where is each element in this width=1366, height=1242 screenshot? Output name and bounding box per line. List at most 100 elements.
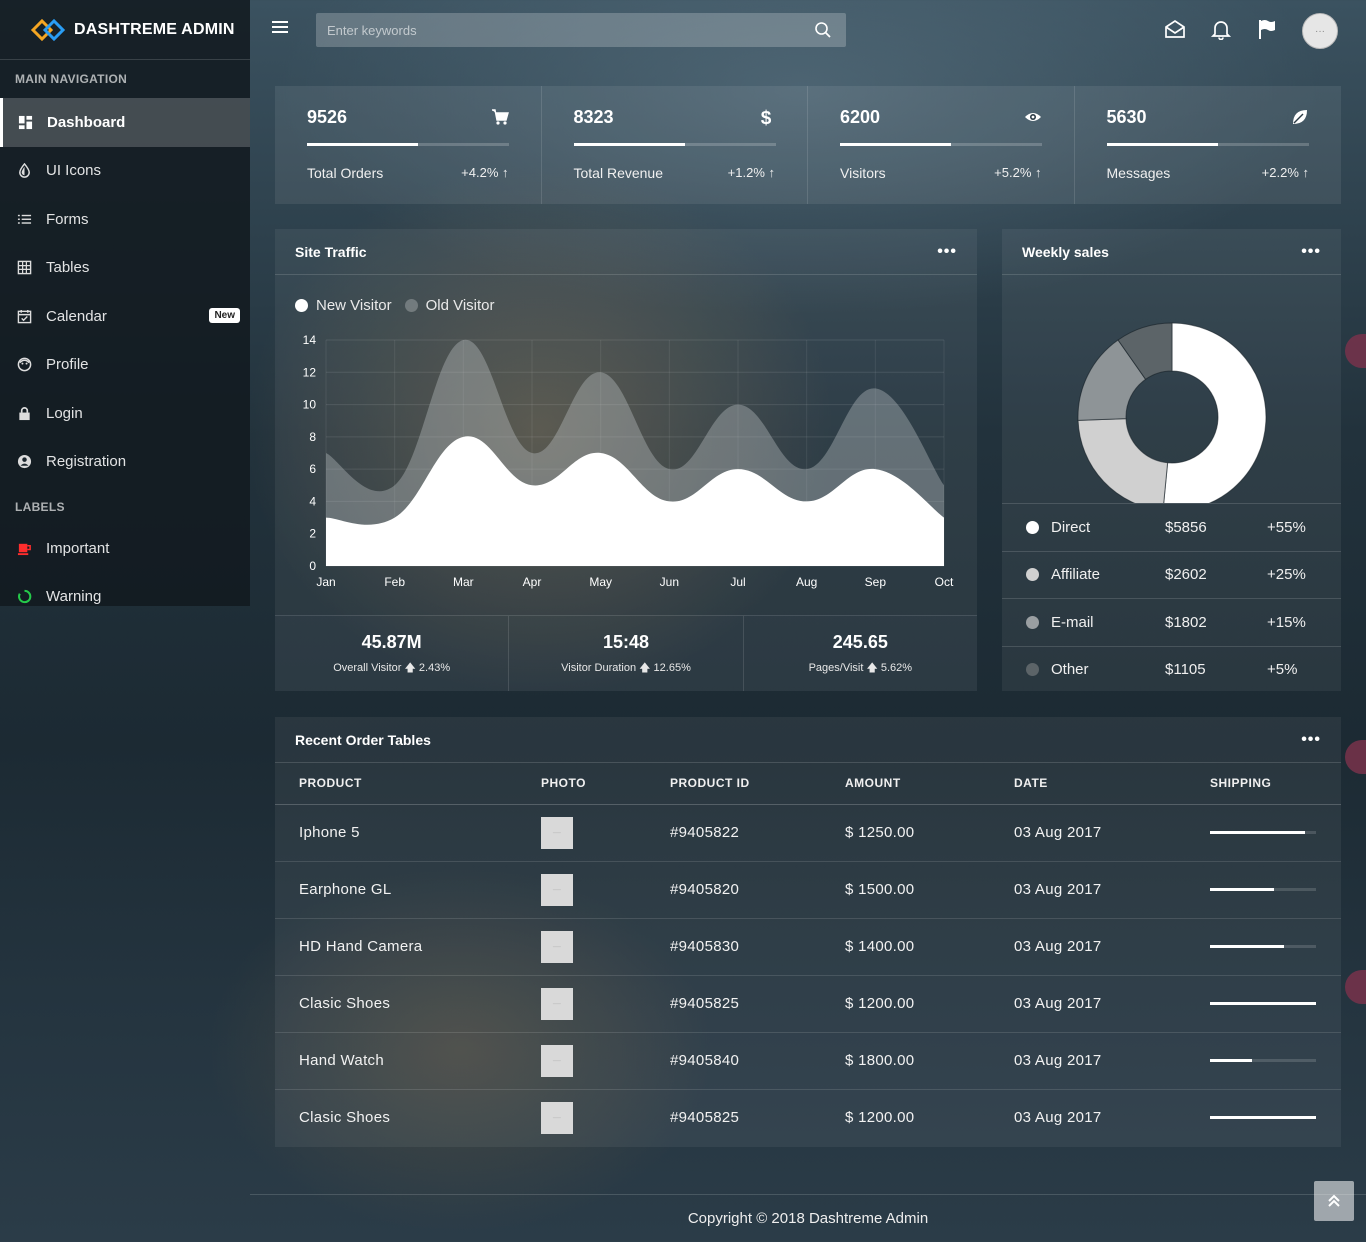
product-photo[interactable]: — bbox=[541, 816, 573, 849]
sidebar-label-important[interactable]: Important bbox=[0, 524, 250, 573]
cell-amount: $ 1200.00 bbox=[845, 1109, 915, 1127]
user-circle-icon bbox=[17, 454, 32, 469]
product-photo[interactable]: — bbox=[541, 930, 573, 963]
sidebar: DASHTREME ADMIN MAIN NAVIGATION Dashboar… bbox=[0, 0, 250, 606]
cell-photo: — bbox=[541, 1032, 670, 1090]
legend-swatch bbox=[295, 299, 308, 312]
avatar[interactable]: ··· bbox=[1302, 13, 1338, 49]
stat-card-messages: 5630 Messages +2.2% ↑ bbox=[1075, 86, 1342, 204]
y-tick-label: 4 bbox=[309, 494, 316, 508]
summary-label: Pages/Visit 🡅 5.62% bbox=[808, 662, 913, 674]
sidebar-item-profile[interactable]: Profile bbox=[0, 341, 250, 390]
x-tick-label: Jan bbox=[316, 575, 335, 589]
shipping-progress-fill bbox=[1210, 888, 1274, 891]
column-header-photo[interactable]: PHOTO bbox=[541, 763, 670, 805]
product-photo[interactable]: — bbox=[541, 987, 573, 1020]
shipping-progress-fill bbox=[1210, 1002, 1316, 1005]
cell-date: 03 Aug 2017 bbox=[1014, 1109, 1102, 1127]
y-tick-label: 12 bbox=[303, 365, 317, 379]
more-options-icon[interactable]: ••• bbox=[1301, 731, 1321, 747]
search-bar[interactable] bbox=[316, 13, 846, 47]
donut-slice-direct[interactable] bbox=[1163, 322, 1267, 503]
sidebar-item-label: UI Icons bbox=[46, 162, 102, 180]
envelope-open-icon[interactable] bbox=[1164, 18, 1186, 40]
sidebar-item-login[interactable]: Login bbox=[0, 389, 250, 438]
menu-toggle-icon[interactable] bbox=[272, 21, 288, 35]
new-badge: New bbox=[209, 308, 240, 323]
card-title: Site Traffic bbox=[295, 243, 367, 260]
table-row[interactable]: HD Hand Camera — #9405830 $ 1400.00 03 Aug 2… bbox=[275, 918, 1341, 976]
search-icon[interactable] bbox=[814, 21, 832, 39]
shipping-progress-fill bbox=[1210, 1116, 1316, 1120]
column-header-product[interactable]: PRODUCT bbox=[275, 763, 541, 805]
row-name: Direct bbox=[1051, 518, 1091, 536]
sidebar-item-ui-icons[interactable]: UI Icons bbox=[0, 147, 250, 196]
stat-change: +4.2% ↑ bbox=[461, 165, 509, 180]
x-tick-label: Jun bbox=[660, 575, 679, 589]
table-row[interactable]: Earphone GL — #9405820 $ 1500.00 03 Aug 2017 bbox=[275, 861, 1341, 919]
side-widget-tab[interactable] bbox=[1345, 334, 1366, 368]
tint-icon bbox=[17, 163, 32, 178]
legend-new-visitor[interactable]: New Visitor bbox=[295, 297, 392, 314]
product-photo[interactable]: — bbox=[541, 1101, 573, 1134]
table-row[interactable]: Clasic Shoes — #9405825 $ 1200.00 03 Aug 201… bbox=[275, 1089, 1341, 1146]
side-widget-tab[interactable] bbox=[1345, 740, 1366, 774]
summary-pages-visit: 245.65 Pages/Visit 🡅 5.62% bbox=[744, 616, 977, 691]
row-amount: $1105 bbox=[1165, 661, 1206, 679]
stat-change: +5.2% ↑ bbox=[994, 165, 1042, 180]
column-header-product-id[interactable]: PRODUCT ID bbox=[670, 763, 845, 805]
back-to-top-button[interactable] bbox=[1314, 1181, 1354, 1221]
more-options-icon[interactable]: ••• bbox=[1301, 243, 1321, 259]
sidebar-item-label: Tables bbox=[46, 259, 90, 277]
shipping-progress bbox=[1210, 1002, 1316, 1005]
legend-swatch bbox=[404, 299, 418, 312]
cell-shipping bbox=[1210, 975, 1341, 1033]
sidebar-item-registration[interactable]: Registration bbox=[0, 438, 250, 487]
donut-slice-affiliate[interactable] bbox=[1077, 418, 1169, 503]
stats-row: 9526 Total Orders +4.2% ↑ 8323 $ Total R… bbox=[275, 86, 1341, 204]
table-row[interactable]: Hand Watch — #9405840 $ 1800.00 03 Aug 2017 bbox=[275, 1032, 1341, 1090]
sidebar-item-tables[interactable]: Tables bbox=[0, 244, 250, 293]
more-options-icon[interactable]: ••• bbox=[937, 243, 957, 259]
orders-table: PRODUCT PHOTO PRODUCT ID AMOUNT DATE SHI… bbox=[275, 763, 1341, 1146]
side-widget-tab[interactable] bbox=[1345, 970, 1366, 1004]
summary-label: Visitor Duration 🡅 12.65% bbox=[561, 662, 691, 674]
stat-label: Visitors bbox=[840, 165, 886, 181]
search-input[interactable] bbox=[316, 13, 846, 47]
shipping-progress-fill bbox=[1210, 831, 1306, 834]
cell-amount: $ 1200.00 bbox=[845, 975, 1014, 1033]
x-tick-label: Mar bbox=[453, 575, 474, 589]
product-photo[interactable]: — bbox=[541, 1044, 573, 1077]
cell-product-id: #9405825 bbox=[670, 975, 845, 1033]
bell-icon[interactable] bbox=[1210, 18, 1232, 40]
sidebar-label-warning[interactable]: Warning bbox=[0, 573, 250, 622]
legend-old-visitor[interactable]: Old Visitor bbox=[404, 297, 495, 314]
table-row[interactable]: Clasic Shoes — #9405825 $ 1200.00 03 Aug 201… bbox=[275, 975, 1341, 1033]
card-title: Recent Order Tables bbox=[295, 731, 431, 748]
sidebar-item-dashboard[interactable]: Dashboard bbox=[0, 98, 250, 147]
cell-photo: — bbox=[541, 861, 670, 919]
y-tick-label: 10 bbox=[303, 398, 317, 412]
stat-value: 5630 bbox=[1106, 107, 1147, 127]
cell-shipping bbox=[1210, 804, 1341, 862]
flag-icon[interactable] bbox=[1256, 18, 1278, 40]
product-photo[interactable]: — bbox=[541, 873, 573, 906]
shipping-progress bbox=[1210, 888, 1316, 891]
sidebar-item-label: Login bbox=[46, 404, 83, 422]
cell-product: Clasic Shoes bbox=[299, 1109, 391, 1127]
sidebar-item-forms[interactable]: Forms bbox=[0, 195, 250, 244]
brand[interactable]: DASHTREME ADMIN bbox=[0, 0, 250, 60]
row-percent: +5% bbox=[1267, 661, 1298, 679]
recent-orders-card: Recent Order Tables ••• PRODUCT PHOTO PR… bbox=[275, 717, 1341, 1147]
x-tick-label: Sep bbox=[865, 575, 887, 589]
column-header-date[interactable]: DATE bbox=[1014, 763, 1210, 805]
table-row[interactable]: Iphone 5— #9405822 $ 1250.00 03 Aug 2017 bbox=[275, 804, 1341, 862]
stat-change: +2.2% ↑ bbox=[1261, 165, 1309, 180]
column-header-shipping[interactable]: SHIPPING bbox=[1210, 763, 1341, 805]
y-tick-label: 14 bbox=[303, 333, 317, 347]
column-header-amount[interactable]: AMOUNT bbox=[845, 763, 1014, 805]
cell-date: 03 Aug 2017 bbox=[1014, 861, 1210, 919]
sidebar-item-calendar[interactable]: Calendar New bbox=[0, 292, 250, 341]
shipping-progress bbox=[1210, 1116, 1316, 1120]
cell-product: HD Hand Camera bbox=[275, 918, 541, 976]
